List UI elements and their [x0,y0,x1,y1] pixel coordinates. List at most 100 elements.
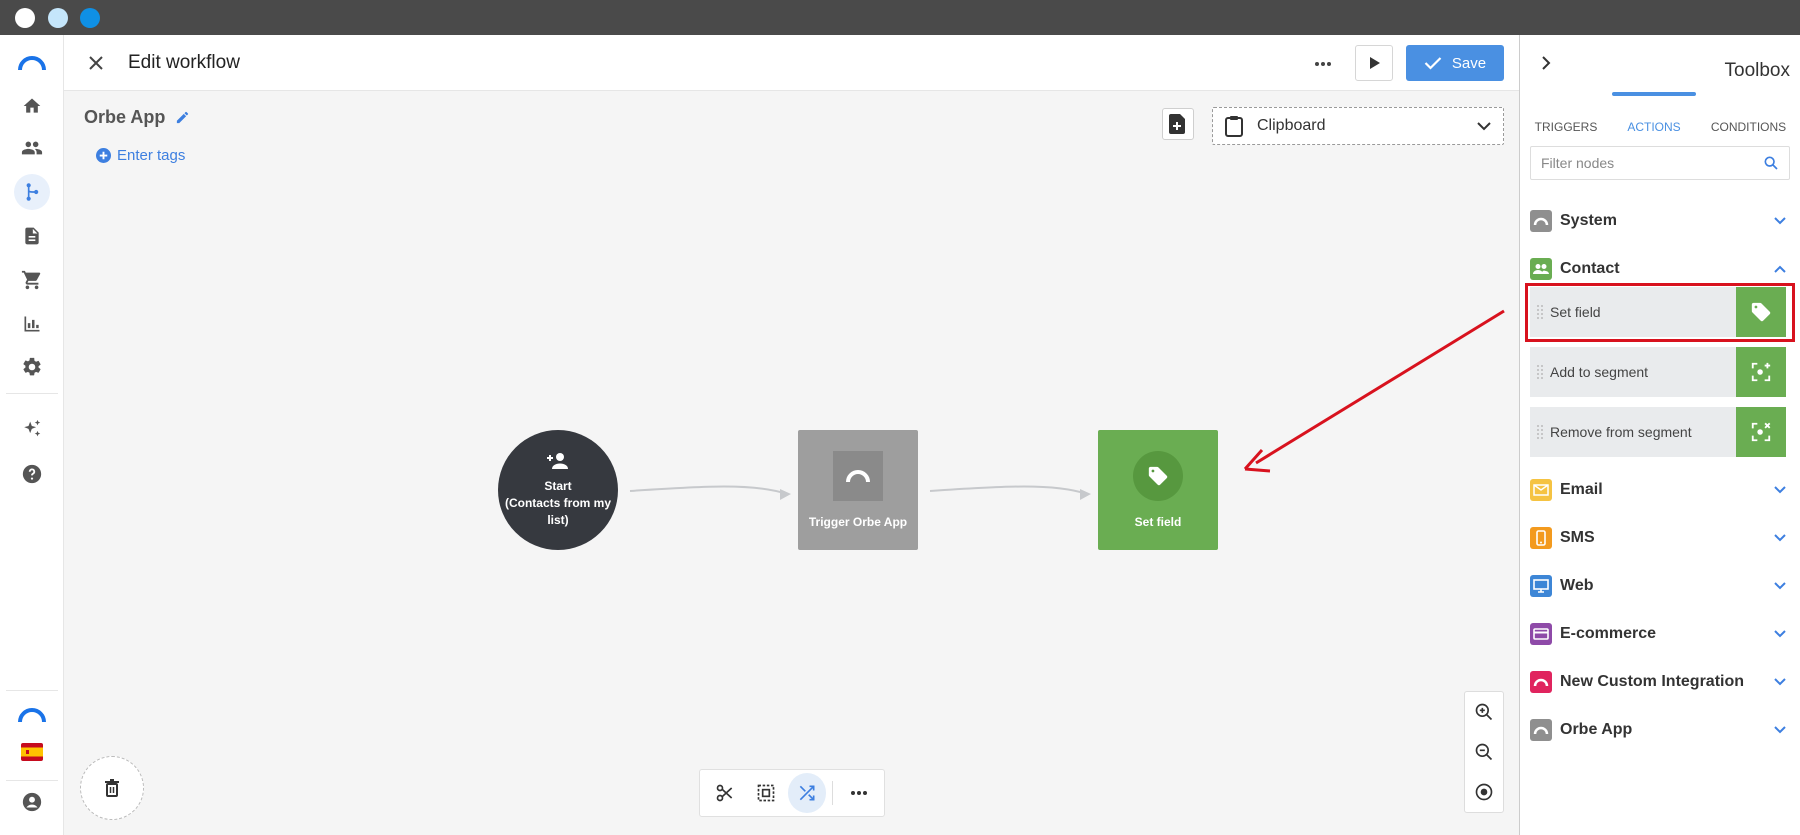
action-remove-from-segment[interactable]: Remove from segment [1530,407,1786,457]
logo-icon[interactable] [18,49,46,77]
action-label: Remove from segment [1550,424,1692,440]
chevron-down-icon[interactable] [1770,211,1790,231]
center-view-icon[interactable] [1465,772,1503,812]
edge-arrowhead [1080,489,1091,500]
more-horizontal-icon[interactable] [839,773,878,813]
orbe-icon [833,451,883,501]
chevron-down-icon[interactable] [1770,528,1790,548]
category-label: Contact [1560,260,1620,277]
shuffle-icon[interactable] [787,773,827,813]
sparkles-icon[interactable] [18,415,46,443]
window-title-bar [0,0,1800,35]
editor-header: Edit workflow Save [64,35,1519,91]
card-icon [1530,623,1552,645]
chevron-down-icon[interactable] [1770,576,1790,596]
chevron-right-icon[interactable] [1536,53,1556,73]
cut-icon[interactable] [706,773,745,813]
chevron-down-icon[interactable] [1770,720,1790,740]
drag-handle-icon[interactable] [1530,364,1550,380]
category-new-custom-integration[interactable]: New Custom Integration [1530,662,1790,702]
window-maximize-dot[interactable] [80,8,100,28]
close-icon[interactable] [84,51,108,75]
action-add-to-segment[interactable]: Add to segment [1530,347,1786,397]
annotation-highlight-box [1525,283,1795,342]
category-web[interactable]: Web [1530,566,1790,606]
category-email[interactable]: Email [1530,470,1790,510]
tag-icon [1133,451,1183,501]
page-title: Edit workflow [128,52,240,73]
orbe-icon [1530,210,1552,232]
set-field-node-label: Set field [1134,515,1182,529]
start-node[interactable]: Start (Contacts from my list) [498,430,618,550]
tab-triggers[interactable]: TRIGGERS [1520,103,1612,151]
chevron-down-icon[interactable] [1770,672,1790,692]
spain-flag-icon[interactable] [18,738,46,766]
workflows-icon[interactable] [14,174,50,210]
category-system[interactable]: System [1530,201,1790,241]
trigger-orbe-app-node[interactable]: Trigger Orbe App [798,430,918,550]
toolbox-tabs: TRIGGERS ACTIONS CONDITIONS [1520,103,1800,151]
chevron-down-icon[interactable] [1770,480,1790,500]
canvas-toolbar [699,769,885,817]
category-label: Orbe App [1560,721,1633,738]
chevron-up-icon[interactable] [1770,259,1790,279]
workflow-edges [629,485,1091,500]
category-label: SMS [1560,529,1595,546]
document-icon[interactable] [18,222,46,250]
settings-icon[interactable] [18,353,46,381]
home-icon[interactable] [18,92,46,120]
workflow-canvas[interactable]: Orbe App Enter tags Clipboard Start (Con… [64,91,1519,835]
save-button-label: Save [1451,54,1487,72]
brand-logo-icon[interactable] [18,701,46,729]
select-all-icon[interactable] [747,773,786,813]
start-node-line3: list) [547,512,569,527]
set-field-node[interactable]: Set field [1098,430,1218,550]
action-label: Add to segment [1550,364,1649,380]
active-tab-indicator [1612,92,1696,96]
chevron-down-icon[interactable] [1770,624,1790,644]
start-node-line1: Start [544,478,572,493]
category-orbe-app[interactable]: Orbe App [1530,710,1790,750]
tab-actions[interactable]: ACTIONS [1612,103,1696,151]
monitor-icon [1530,575,1552,597]
edge-start-to-trigger [629,485,788,495]
zoom-in-icon[interactable] [1465,692,1503,732]
segment-add-icon [1736,347,1786,397]
phone-icon [1530,527,1552,549]
help-icon[interactable] [18,460,46,488]
category-ecommerce[interactable]: E-commerce [1530,614,1790,654]
user-account-icon[interactable] [18,788,46,816]
window-minimize-dot[interactable] [48,8,68,28]
contacts-icon[interactable] [18,134,46,162]
orbe-icon [1530,671,1552,693]
nav-divider [6,780,58,781]
zoom-controls [1464,691,1504,813]
search-icon[interactable] [1763,155,1779,171]
more-options-icon[interactable] [1310,51,1336,77]
segment-remove-icon [1736,407,1786,457]
bar-chart-icon[interactable] [18,310,46,338]
orbe-icon [1530,719,1552,741]
drag-handle-icon[interactable] [1530,424,1550,440]
category-label: Web [1560,577,1594,594]
category-label: Email [1560,481,1603,498]
save-button[interactable]: Save [1406,45,1504,81]
category-sms[interactable]: SMS [1530,518,1790,558]
toolbar-divider [832,781,834,805]
trigger-node-label: Trigger Orbe App [808,515,908,529]
run-workflow-button[interactable] [1355,45,1393,81]
nav-divider [6,393,58,394]
edge-trigger-to-setfield [929,485,1088,495]
window-close-dot[interactable] [15,8,35,28]
nav-divider [6,690,58,691]
category-label: E-commerce [1560,625,1657,642]
cart-icon[interactable] [18,266,46,294]
filter-nodes-input[interactable] [1531,147,1751,179]
start-node-line2: (Contacts from my [504,495,611,510]
tab-conditions[interactable]: CONDITIONS [1696,103,1800,151]
delete-drop-zone[interactable] [80,756,144,820]
filter-nodes-field [1530,146,1790,180]
checkmark-icon [1424,57,1442,70]
zoom-out-icon[interactable] [1465,732,1503,772]
category-label: System [1560,212,1617,229]
